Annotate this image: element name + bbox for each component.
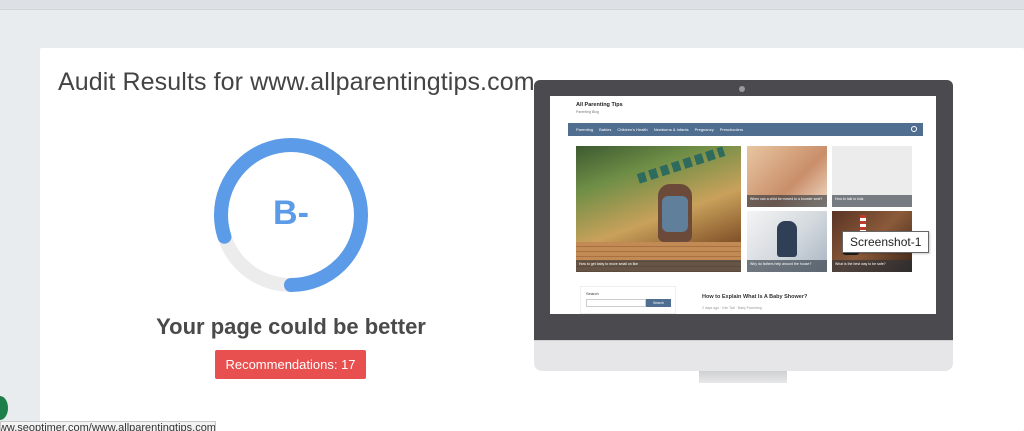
child-backpack	[662, 196, 688, 232]
preview-thumb: How to talk to kids	[832, 146, 912, 207]
preview-nav-item: Babies	[599, 127, 612, 132]
preview-post-title: How to Explain What Is A Baby Shower?	[702, 294, 808, 300]
status-bar-url: www.seoptimer.com/www.allparentingtips.c…	[0, 421, 216, 431]
preview-nav-item: Newborns & Infants	[653, 127, 689, 132]
preview-search-button: Search	[646, 299, 671, 307]
chat-widget-icon[interactable]	[0, 396, 8, 420]
thumb-caption: Why do fathers help around the house?	[747, 260, 827, 272]
thumb-caption: How to talk to kids	[832, 195, 912, 207]
monitor-chin	[534, 340, 953, 371]
preview-nav-item: Preschoolers	[719, 127, 744, 132]
preview-hero-image: How to get baby to move small on like	[576, 146, 741, 272]
preview-search-icon	[911, 126, 917, 132]
preview-nav-item: Parenting	[576, 127, 594, 132]
preview-thumb: Why do fathers help around the house?	[747, 211, 827, 272]
bunting-decoration	[636, 146, 726, 184]
site-preview-screen: All Parenting Tips Parenting Blog Parent…	[550, 96, 936, 314]
preview-site-tagline: Parenting Blog	[576, 110, 599, 114]
hero-caption: How to get baby to move small on like	[576, 260, 741, 272]
result-headline: Your page could be better	[156, 314, 426, 339]
preview-post-meta: 2 days ago · Kim Tait · Baby Parenting	[702, 306, 762, 310]
recommendations-button[interactable]: Recommendations: 17	[215, 350, 366, 379]
screenshot-tooltip: Screenshot-1	[842, 231, 930, 253]
thumb-caption: What is the best way to be safe?	[832, 260, 912, 272]
site-preview-monitor: All Parenting Tips Parenting Blog Parent…	[534, 80, 953, 340]
page-title: Audit Results for www.allparentingtips.c…	[58, 68, 535, 96]
browser-top-strip	[0, 0, 1024, 10]
grade-letter: B-	[273, 193, 309, 232]
camera-dot	[739, 86, 745, 92]
preview-thumb: When can a child be moved to a booster s…	[747, 146, 827, 207]
preview-site-title: All Parenting Tips	[576, 102, 623, 108]
preview-nav-item: Children's Health	[617, 127, 648, 132]
person-figure	[777, 221, 797, 257]
preview-nav-item: Pregnancy	[694, 127, 714, 132]
preview-search-input	[586, 299, 646, 307]
preview-nav-bar: Parenting Babies Children's Health Newbo…	[568, 123, 923, 136]
preview-search-label: Search	[586, 291, 599, 296]
thumb-caption: When can a child be moved to a booster s…	[747, 195, 827, 207]
monitor-stand	[699, 371, 787, 383]
status-url-text: www.seoptimer.com/www.allparentingtips.c…	[0, 422, 216, 431]
